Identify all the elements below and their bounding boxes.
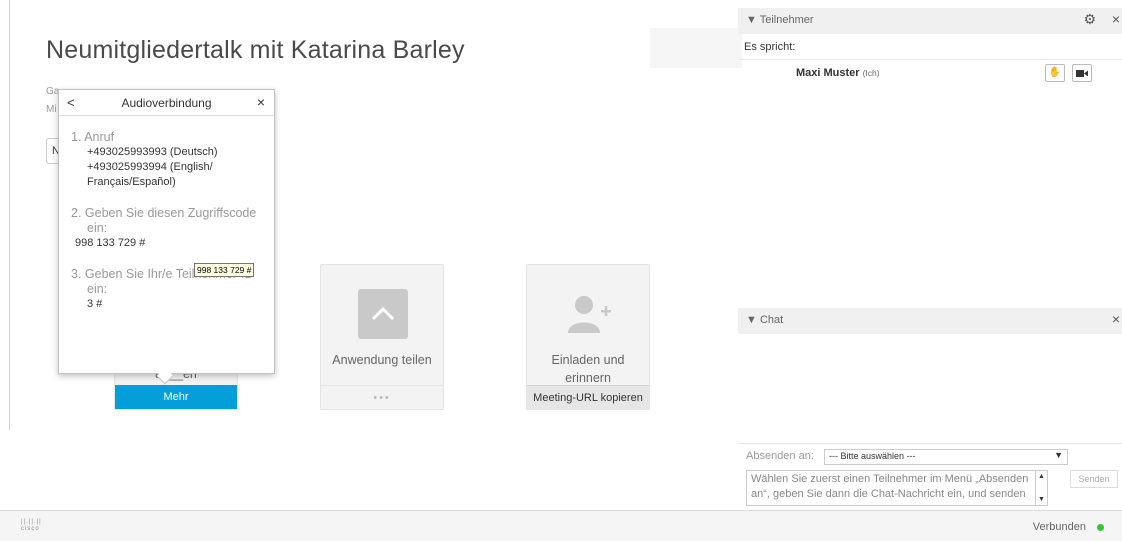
popover-title: Audioverbindung [121,96,212,110]
connection-status: Verbunden [1032,521,1086,533]
chat-input-scrollbar[interactable]: ▲ ▼ [1036,470,1048,506]
share-card-label: Anwendung teilen [332,353,432,367]
meeting-info-line: Mi [46,104,57,115]
cisco-logo-bars: ||.||.|| [21,519,42,525]
step-heading: ein: [87,282,108,296]
share-application-card[interactable]: Anwendung teilen ••• [320,264,444,410]
invite-label-line: erinnern [565,371,611,385]
close-icon[interactable]: × [257,94,265,110]
close-icon[interactable]: × [1112,311,1120,327]
send-button[interactable]: Senden [1070,470,1118,488]
popover-header: < Audioverbindung × [59,90,274,116]
participants-panel-header[interactable]: ▼ Teilnehmer ⚙ × [738,8,1122,34]
step-heading: 1. Anruf [71,130,115,144]
invite-card[interactable]: Einladen und erinnern Meeting-URL kopier… [526,264,650,410]
dial-step: 1. Anruf +493025993993 (Deutsch) +493025… [71,130,262,190]
close-icon[interactable]: × [1112,11,1120,27]
scroll-down-icon[interactable]: ▼ [1038,496,1045,503]
add-user-icon [564,289,614,339]
scroll-up-icon[interactable]: ▲ [1038,473,1045,480]
share-icon [358,289,408,339]
participants-title-text: Teilnehmer [759,14,814,26]
participant-self-tag: (Ich) [862,68,880,78]
access-code-tooltip: 998 133 729 # [194,263,255,277]
phone-number[interactable]: +493025993994 (English/ [71,160,262,175]
chat-title-text: Chat [759,314,784,326]
chat-panel-header[interactable]: ▼ Chat × [738,308,1122,334]
recipient-select-value: --- Bitte auswählen --- [829,451,916,461]
connection-status-dot [1097,524,1104,531]
chat-message-input[interactable]: Wählen Sie zuerst einen Teilnehmer im Me… [746,470,1036,506]
placeholder-panel [650,28,742,68]
chat-panel-title: ▼ Chat [746,314,784,326]
step-heading: ein: [87,221,108,235]
share-more-button[interactable]: ••• [321,385,443,409]
video-camera-icon[interactable] [1072,64,1092,82]
phone-number-languages: Français/Español) [87,176,176,188]
audio-connection-popover: < Audioverbindung × 1. Anruf +4930259939… [58,89,275,374]
access-code: 998 133 729 # [75,237,146,249]
participant-name-text: Maxi Muster [796,67,860,79]
recipient-select[interactable]: --- Bitte auswählen --- ▼ [824,449,1068,465]
phone-number[interactable]: +493025993993 (Deutsch) [71,145,262,160]
step-heading: 2. Geben Sie diesen Zugriffscode [71,206,257,220]
speaking-label: Es spricht: [738,34,1122,60]
participant-name: Maxi Muster (Ich) [796,67,880,79]
gear-icon[interactable]: ⚙ [1083,11,1096,28]
invite-label-line: Einladen und [551,353,625,367]
attendee-id: 3 # [87,298,103,310]
status-bar: ||.||.|| cisco Verbunden [0,510,1122,541]
send-to-row: Absenden an: --- Bitte auswählen --- ▼ [738,443,1122,465]
right-panel: ▼ Teilnehmer ⚙ × Es spricht: Maxi Muster… [738,0,1122,510]
cisco-logo: ||.||.|| cisco [21,519,42,533]
popover-body: 1. Anruf +493025993993 (Deutsch) +493025… [59,116,274,312]
access-code-step: 2. Geben Sie diesen Zugriffscode ein: 99… [71,206,262,251]
raise-hand-icon[interactable]: ✋ [1045,64,1065,82]
more-button[interactable]: Mehr [115,385,237,409]
chevron-down-icon: ▼ [1054,450,1063,460]
send-to-label: Absenden an: [746,450,814,462]
participant-row[interactable]: Maxi Muster (Ich) ✋ [738,62,1122,84]
meeting-title: Neumitgliedertalk mit Katarina Barley [46,36,465,64]
copy-meeting-url-button[interactable]: Meeting-URL kopieren [527,385,649,409]
participants-panel-title: ▼ Teilnehmer [746,14,814,26]
cisco-logo-text: cisco [21,526,40,532]
invite-card-label: Einladen und erinnern [527,351,649,387]
